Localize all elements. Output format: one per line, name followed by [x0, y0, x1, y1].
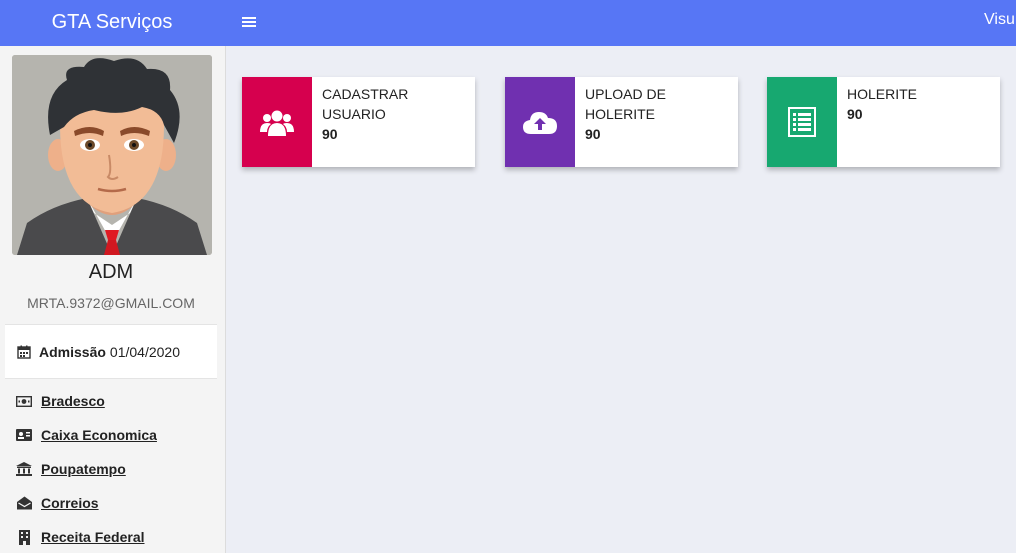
card-body: HOLERITE 90 [837, 77, 927, 167]
card-value: 90 [847, 106, 863, 122]
top-right-link[interactable]: Visu [984, 0, 1015, 40]
calendar-icon [17, 345, 31, 359]
envelope-open-icon [16, 496, 32, 510]
users-icon [260, 110, 294, 136]
card-body: UPLOAD DE HOLERITE 90 [575, 77, 676, 167]
hamburger-icon [242, 17, 256, 27]
sidebar: ADM MRTA.9372@GMAIL.COM Admissão 01/04/2… [0, 46, 226, 553]
top-navbar: GTA Serviços Visu [0, 0, 1016, 46]
card-value: 90 [585, 126, 601, 142]
card-badge [767, 77, 837, 167]
menu-toggle-button[interactable] [238, 11, 260, 33]
link-correios[interactable]: Correios [16, 486, 157, 520]
brand-title[interactable]: GTA Serviços [0, 0, 224, 46]
link-receita-federal[interactable]: Receita Federal [16, 520, 157, 553]
avatar [12, 55, 212, 255]
profile-email: MRTA.9372@GMAIL.COM [27, 295, 195, 311]
link-caixa-economica[interactable]: Caixa Economica [16, 418, 157, 452]
link-poupatempo[interactable]: Poupatempo [16, 452, 157, 486]
link-label: Caixa Economica [41, 427, 157, 443]
link-label: Poupatempo [41, 461, 126, 477]
link-label: Correios [41, 495, 99, 511]
money-bill-icon [16, 394, 32, 408]
card-badge [242, 77, 312, 167]
card-upload-holerite[interactable]: UPLOAD DE HOLERITE 90 [505, 77, 738, 167]
building-icon [16, 529, 32, 545]
quick-links: Bradesco Caixa Economica Poupatempo Corr… [16, 384, 157, 553]
card-label-line2: HOLERITE [585, 106, 656, 122]
bank-icon [16, 462, 32, 476]
link-label: Bradesco [41, 393, 105, 409]
card-body: CADASTRAR USUARIO 90 [312, 77, 418, 167]
id-card-icon [16, 428, 32, 442]
profile-name: ADM [88, 261, 134, 283]
admission-info: Admissão 01/04/2020 [5, 324, 217, 379]
card-label-line1: UPLOAD DE [585, 86, 666, 102]
admission-label: Admissão [39, 343, 106, 360]
card-value: 90 [322, 126, 338, 142]
card-label-line2: USUARIO [322, 106, 386, 122]
card-holerite[interactable]: HOLERITE 90 [767, 77, 1000, 167]
card-cadastrar-usuario[interactable]: CADASTRAR USUARIO 90 [242, 77, 475, 167]
admission-date: 01/04/2020 [109, 343, 180, 360]
list-document-icon [788, 107, 816, 137]
card-label-line1: HOLERITE [847, 86, 918, 102]
link-label: Receita Federal [41, 529, 145, 545]
link-bradesco[interactable]: Bradesco [16, 384, 157, 418]
card-label-line1: CADASTRAR [322, 86, 409, 102]
cloud-upload-icon [523, 112, 557, 134]
card-badge [505, 77, 575, 167]
